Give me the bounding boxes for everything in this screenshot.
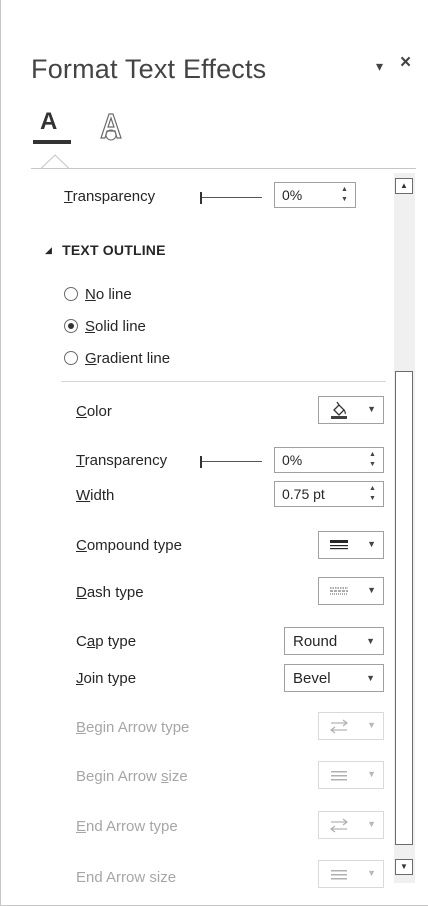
arrow-type-icon (330, 818, 348, 833)
cap-type-select[interactable]: Round ▼ (284, 627, 384, 655)
task-pane-options-icon[interactable]: ▾ (376, 58, 383, 75)
dash-type-label: Dash type (76, 584, 144, 601)
pane-title: Format Text Effects (31, 54, 267, 84)
section-divider (61, 381, 386, 382)
text-effects-icon (100, 113, 122, 141)
select-value[interactable]: Round (293, 633, 337, 650)
settings-scroll-area: Transparency 0% ▲ ▼ ◢ TEXT OUTLINE No line… (31, 172, 393, 892)
fill-transparency-label: Transparency (64, 188, 156, 205)
close-pane-button[interactable]: × (400, 52, 411, 74)
spinner-arrows[interactable]: ▲ ▼ (369, 450, 379, 470)
compound-type-picker[interactable]: ▼ (318, 531, 384, 559)
scroll-down-button[interactable]: ▼ (395, 859, 413, 875)
spinner-arrows[interactable]: ▲ ▼ (369, 484, 379, 504)
dash-lines-icon (330, 587, 348, 595)
radio-label: No line (85, 285, 132, 303)
radio-no-line[interactable]: No line (64, 283, 132, 305)
end-arrow-type-label: End Arrow type (76, 818, 178, 835)
chevron-down-icon: ▼ (400, 862, 408, 871)
chevron-down-icon[interactable]: ▼ (366, 636, 375, 646)
text-outline-section-header[interactable]: ◢ TEXT OUTLINE (45, 242, 166, 258)
radio-solid-line[interactable]: Solid line (64, 315, 146, 337)
radio-circle[interactable] (64, 351, 78, 365)
outline-transparency-label: Transparency (76, 452, 168, 469)
arrow-size-icon (331, 771, 347, 781)
chevron-down-icon[interactable]: ▼ (366, 673, 375, 683)
join-type-select[interactable]: Bevel ▼ (284, 664, 384, 692)
spinner-value[interactable]: 0% (282, 452, 302, 468)
text-fill-outline-icon: A (40, 108, 58, 135)
scroll-up-button[interactable]: ▲ (395, 178, 413, 194)
arrow-type-icon (330, 719, 348, 734)
outline-transparency-slider[interactable] (200, 456, 262, 468)
tab-text-effects[interactable] (93, 108, 129, 144)
end-arrow-size-label: End Arrow size (76, 869, 177, 886)
width-spinner[interactable]: 0.75 pt ▲ ▼ (274, 481, 384, 507)
compound-type-label: Compound type (76, 537, 182, 554)
outline-color-picker[interactable]: ▼ (318, 396, 384, 424)
spinner-arrows[interactable]: ▲ ▼ (341, 185, 351, 205)
chevron-down-icon[interactable]: ▼ (367, 819, 376, 829)
chevron-down-icon[interactable]: ▼ (367, 404, 376, 414)
spinner-value[interactable]: 0.75 pt (282, 486, 325, 502)
radio-circle[interactable] (64, 287, 78, 301)
end-arrow-size-picker[interactable]: ▼ (318, 860, 384, 888)
arrow-size-icon (331, 870, 347, 880)
join-type-label: Join type (76, 670, 137, 687)
tab-text-fill-outline[interactable]: A (33, 108, 71, 144)
end-arrow-type-picker[interactable]: ▼ (318, 811, 384, 839)
tab-divider (31, 168, 416, 169)
collapse-triangle-icon: ◢ (45, 245, 53, 255)
begin-arrow-size-label: Begin Arrow size (76, 768, 188, 785)
compound-lines-icon (330, 540, 348, 550)
radio-circle-selected[interactable] (64, 319, 78, 333)
radio-label: Gradient line (85, 349, 171, 367)
radio-label: Solid line (85, 317, 146, 335)
color-label: Color (76, 403, 112, 420)
select-value[interactable]: Bevel (293, 670, 331, 687)
begin-arrow-type-label: Begin Arrow type (76, 719, 190, 736)
dash-type-picker[interactable]: ▼ (318, 577, 384, 605)
begin-arrow-type-picker[interactable]: ▼ (318, 712, 384, 740)
spinner-value[interactable]: 0% (282, 187, 302, 203)
vertical-scrollbar[interactable]: ▲ ▼ (394, 173, 415, 883)
slider-handle[interactable] (200, 456, 202, 468)
format-text-effects-pane: Format Text Effects ▾ × A Transparency 0… (0, 0, 428, 906)
width-label: Width (76, 487, 115, 504)
chevron-down-icon[interactable]: ▼ (367, 539, 376, 549)
begin-arrow-size-picker[interactable]: ▼ (318, 761, 384, 789)
chevron-down-icon[interactable]: ▼ (367, 720, 376, 730)
chevron-up-icon: ▲ (400, 181, 408, 190)
fill-transparency-slider[interactable] (200, 192, 262, 204)
slider-handle[interactable] (200, 192, 202, 204)
text-fill-underline-bar (33, 140, 71, 144)
paint-bucket-icon (331, 401, 347, 419)
chevron-down-icon[interactable]: ▼ (367, 769, 376, 779)
radio-gradient-line[interactable]: Gradient line (64, 347, 170, 369)
slider-track (202, 461, 262, 462)
slider-track (202, 197, 262, 198)
chevron-down-icon[interactable]: ▼ (367, 868, 376, 878)
scrollbar-thumb[interactable] (395, 371, 413, 845)
cap-type-label: Cap type (76, 633, 137, 650)
active-tab-caret (41, 154, 69, 169)
chevron-down-icon[interactable]: ▼ (367, 585, 376, 595)
fill-transparency-spinner[interactable]: 0% ▲ ▼ (274, 182, 356, 208)
outline-transparency-spinner[interactable]: 0% ▲ ▼ (274, 447, 384, 473)
